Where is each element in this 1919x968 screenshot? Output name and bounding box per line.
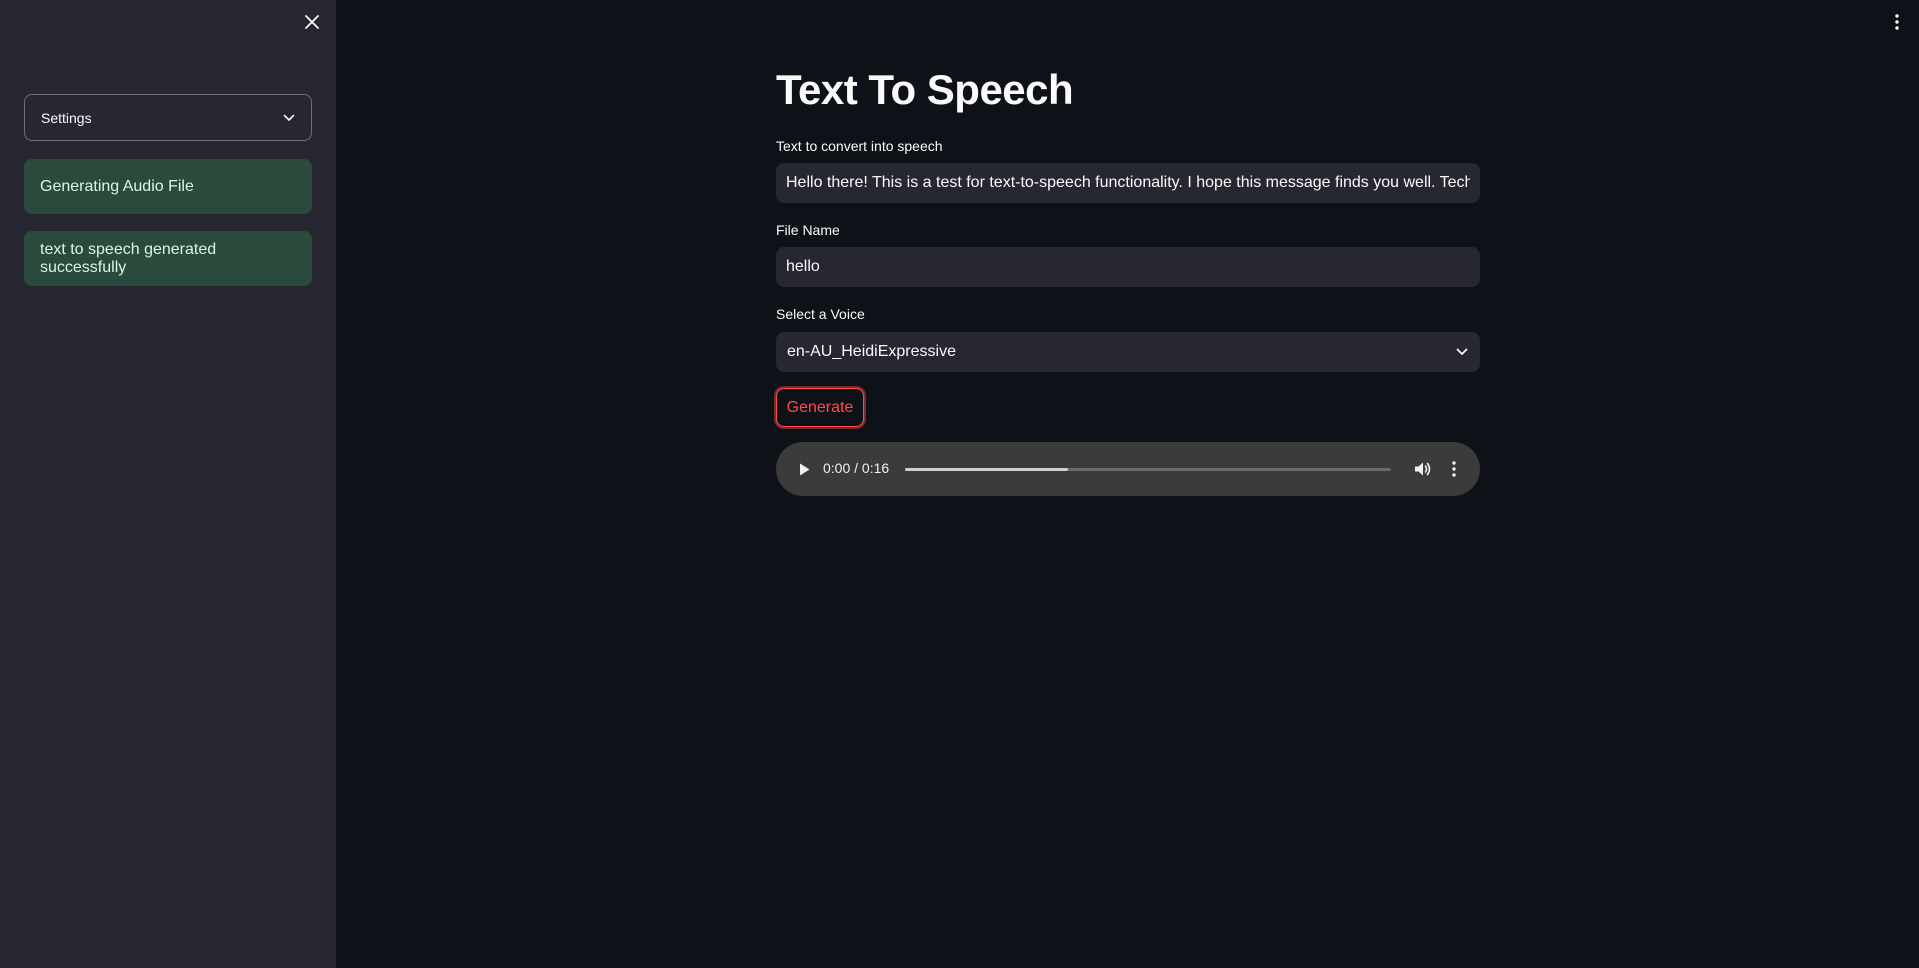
more-vertical-icon xyxy=(1895,14,1899,30)
audio-progress-slider[interactable] xyxy=(905,468,1391,471)
voice-select[interactable]: en-AU_HeidiExpressive xyxy=(776,332,1480,372)
success-alert: Generating Audio File xyxy=(24,159,312,214)
file-name-input[interactable] xyxy=(776,247,1480,287)
audio-time: 0:00 / 0:16 xyxy=(823,460,890,476)
volume-button[interactable] xyxy=(1412,458,1434,480)
alert-text: text to speech generated successfully xyxy=(40,240,217,276)
audio-options-button[interactable] xyxy=(1446,458,1462,480)
play-icon xyxy=(799,463,809,475)
page-title: Text To Speech xyxy=(776,66,1074,113)
generate-button[interactable]: Generate xyxy=(776,388,864,427)
close-icon xyxy=(305,15,319,29)
chevron-down-icon xyxy=(283,114,295,121)
sidebar: Settings Generating Audio File text to s… xyxy=(0,0,336,968)
volume-icon xyxy=(1415,462,1431,476)
main-menu-button[interactable] xyxy=(1887,10,1907,34)
audio-player: 0:00 / 0:16 xyxy=(776,442,1480,496)
close-sidebar-button[interactable] xyxy=(300,10,324,34)
success-alert: text to speech generated successfully xyxy=(24,231,312,286)
audio-buffered-bar xyxy=(905,468,1068,471)
settings-expander[interactable]: Settings xyxy=(24,94,312,141)
play-button[interactable] xyxy=(794,459,814,479)
text-field-label: Text to convert into speech xyxy=(776,138,943,154)
settings-expander-label: Settings xyxy=(41,109,92,126)
alert-text: Generating Audio File xyxy=(40,177,194,195)
more-vertical-icon xyxy=(1452,461,1456,477)
chevron-down-icon xyxy=(1456,348,1468,355)
file-name-label: File Name xyxy=(776,222,840,238)
voice-select-value: en-AU_HeidiExpressive xyxy=(787,343,956,360)
voice-select-label: Select a Voice xyxy=(776,306,865,322)
speech-text-input[interactable] xyxy=(776,163,1480,203)
